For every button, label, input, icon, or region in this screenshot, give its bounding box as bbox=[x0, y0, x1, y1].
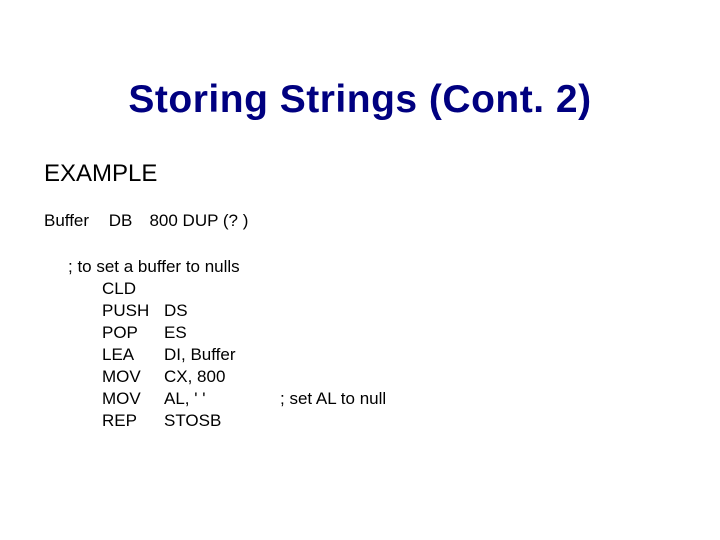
code-comment-header: ; to set a buffer to nulls bbox=[68, 256, 386, 278]
args: DS bbox=[164, 300, 270, 322]
slide-title: Storing Strings (Cont. 2) bbox=[0, 78, 720, 122]
decl-value: 800 DUP (? ) bbox=[149, 211, 248, 230]
code-line: LEADI, Buffer bbox=[68, 344, 386, 366]
data-declaration: Buffer DB 800 DUP (? ) bbox=[44, 211, 248, 231]
code-block: ; to set a buffer to nulls CLD PUSHDS PO… bbox=[68, 256, 386, 432]
mnemonic: MOV bbox=[102, 366, 164, 388]
args: CX, 800 bbox=[164, 366, 270, 388]
code-line: PUSHDS bbox=[68, 300, 386, 322]
code-line: POPES bbox=[68, 322, 386, 344]
line-comment: ; set AL to null bbox=[280, 389, 386, 408]
mnemonic: LEA bbox=[102, 344, 164, 366]
mnemonic: MOV bbox=[102, 388, 164, 410]
decl-directive: DB bbox=[109, 211, 145, 231]
args: STOSB bbox=[164, 410, 270, 432]
code-line: MOVCX, 800 bbox=[68, 366, 386, 388]
mnemonic: PUSH bbox=[102, 300, 164, 322]
mnemonic: POP bbox=[102, 322, 164, 344]
args: DI, Buffer bbox=[164, 344, 270, 366]
code-line: MOVAL, ' ' ; set AL to null bbox=[68, 388, 386, 410]
example-heading: EXAMPLE bbox=[44, 160, 157, 188]
mnemonic: REP bbox=[102, 410, 164, 432]
code-line: REPSTOSB bbox=[68, 410, 386, 432]
decl-label: Buffer bbox=[44, 211, 104, 231]
mnemonic: CLD bbox=[102, 278, 164, 300]
code-line: CLD bbox=[68, 278, 386, 300]
args: AL, ' ' bbox=[164, 388, 270, 410]
slide: Storing Strings (Cont. 2) EXAMPLE Buffer… bbox=[0, 0, 720, 540]
args: ES bbox=[164, 322, 270, 344]
